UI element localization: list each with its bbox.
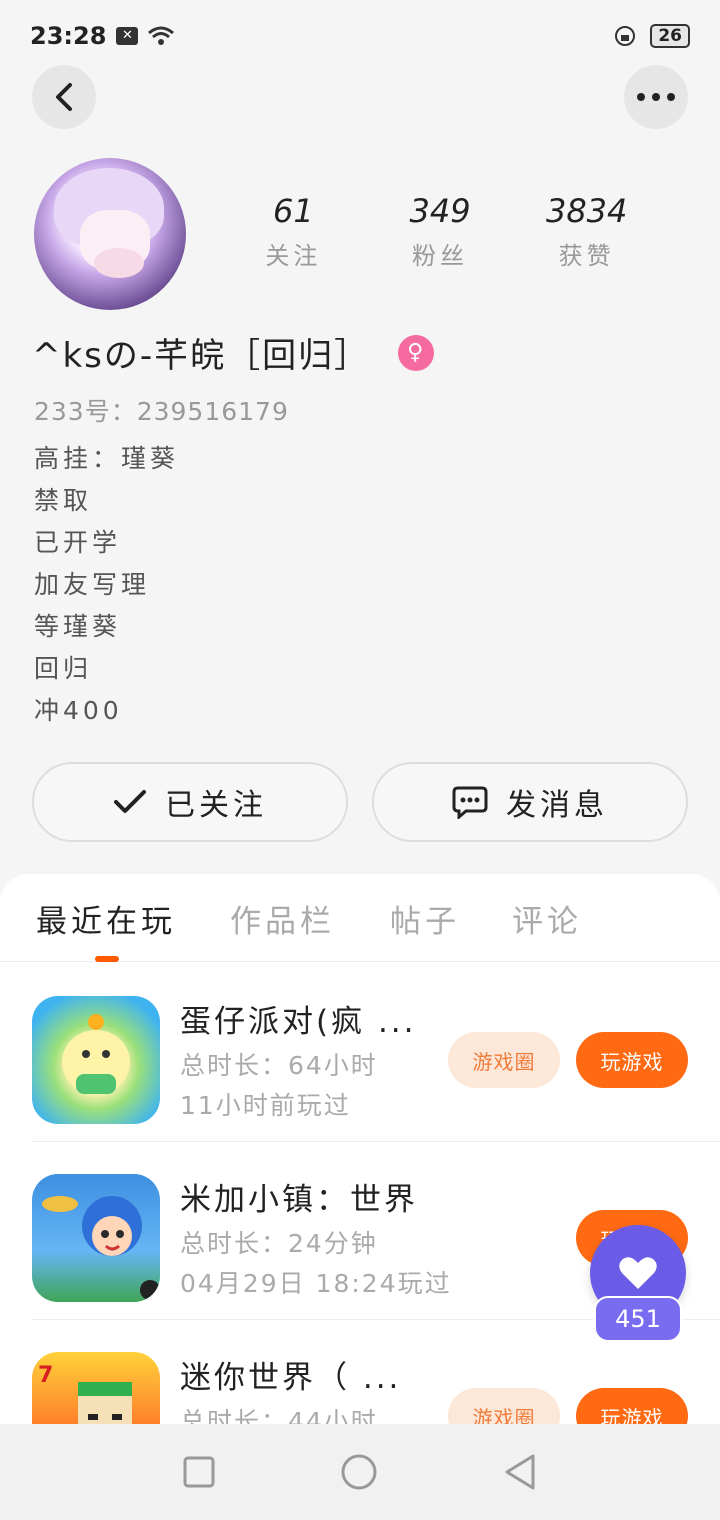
stat-label: 粉丝 <box>412 242 468 270</box>
svg-text:7: 7 <box>38 1363 53 1388</box>
back-button[interactable] <box>32 65 96 129</box>
game-last-played: 04月29日 18:24玩过 <box>180 1269 452 1298</box>
chat-bubble-icon <box>452 786 488 819</box>
bio-line: 禁取 <box>34 486 93 515</box>
lock-rotation-icon <box>615 26 636 46</box>
bio-line: 加友写理 <box>34 570 151 599</box>
bio-line: 等瑾葵 <box>34 612 122 641</box>
game-icon-miga-town[interactable] <box>32 1174 160 1302</box>
bio-line: 高挂：瑾葵 <box>34 444 180 473</box>
avatar[interactable] <box>34 158 186 310</box>
username: ^ksの-芊皖［回归］ <box>32 336 371 376</box>
game-title: 蛋仔派对(疯 ... <box>180 1004 417 1040</box>
like-count-badge: 451 <box>594 1296 682 1342</box>
more-dots-icon <box>637 93 675 101</box>
more-button[interactable] <box>624 65 688 129</box>
game-duration: 总时长：24分钟 <box>180 1229 378 1258</box>
recents-square-icon[interactable] <box>183 1456 215 1488</box>
heart-icon <box>619 1257 657 1289</box>
game-circle-button[interactable]: 游戏圈 <box>448 1032 560 1088</box>
checkmark-icon <box>114 790 146 813</box>
game-last-played: 11小时前玩过 <box>180 1091 351 1120</box>
username-row: ^ksの-芊皖［回归］ ♀ <box>32 328 435 377</box>
stat-followers[interactable]: 349 粉丝 <box>367 192 514 271</box>
tab-bar: 最近在玩 作品栏 帖子 评论 <box>0 874 720 962</box>
stat-value: 61 <box>272 192 314 230</box>
status-time: 23:28 <box>30 22 107 50</box>
home-circle-icon[interactable] <box>340 1453 378 1491</box>
game-title: 米加小镇：世界 <box>180 1182 418 1218</box>
tab-posts[interactable]: 帖子 <box>390 896 460 941</box>
stat-value: 3834 <box>545 192 628 230</box>
bio-line: 回归 <box>34 654 93 683</box>
chevron-left-icon <box>56 83 72 111</box>
stat-value: 349 <box>409 192 471 230</box>
battery-indicator: 26 <box>650 24 690 48</box>
bio-line: 已开学 <box>34 528 122 557</box>
wifi-icon <box>148 26 175 45</box>
stat-label: 获赞 <box>558 242 615 270</box>
bio-line: 冲400 <box>34 696 123 725</box>
status-bar: 23:28 ✕ 26 <box>0 0 720 72</box>
play-game-button[interactable]: 玩游戏 <box>576 1032 688 1088</box>
tab-recently-played[interactable]: 最近在玩 <box>36 896 176 941</box>
game-duration: 总时长：64小时 <box>180 1051 378 1080</box>
send-message-button[interactable]: 发消息 <box>372 762 688 842</box>
user-id: 233号：239516179 <box>34 397 289 426</box>
bio: 高挂：瑾葵 禁取 已开学 加友写理 等瑾葵 回归 冲400 <box>34 438 179 732</box>
profile-stats: 61 关注 349 粉丝 3834 获赞 <box>220 192 660 271</box>
game-row[interactable]: 蛋仔派对(疯 ... 总时长：64小时 11小时前玩过 游戏圈 玩游戏 <box>32 964 720 1142</box>
content-panel: 最近在玩 作品栏 帖子 评论 蛋仔派对(疯 ... 总时长：64小时 11小时前… <box>0 874 720 1480</box>
back-triangle-icon[interactable] <box>503 1453 537 1491</box>
tab-works[interactable]: 作品栏 <box>230 896 335 941</box>
followed-button[interactable]: 已关注 <box>32 762 348 842</box>
system-nav-bar <box>0 1424 720 1520</box>
tab-comments[interactable]: 评论 <box>512 896 582 941</box>
gender-female-icon: ♀ <box>398 334 435 371</box>
tab-indicator <box>95 956 119 962</box>
stat-following[interactable]: 61 关注 <box>220 192 367 271</box>
stat-likes[interactable]: 3834 获赞 <box>513 192 660 271</box>
game-title: 迷你世界（ ... <box>180 1360 402 1396</box>
followed-label: 已关注 <box>165 788 267 823</box>
game-icon-eggy-party[interactable] <box>32 996 160 1124</box>
stat-label: 关注 <box>265 242 322 270</box>
notification-icon: ✕ <box>116 27 139 45</box>
send-message-label: 发消息 <box>506 788 608 823</box>
